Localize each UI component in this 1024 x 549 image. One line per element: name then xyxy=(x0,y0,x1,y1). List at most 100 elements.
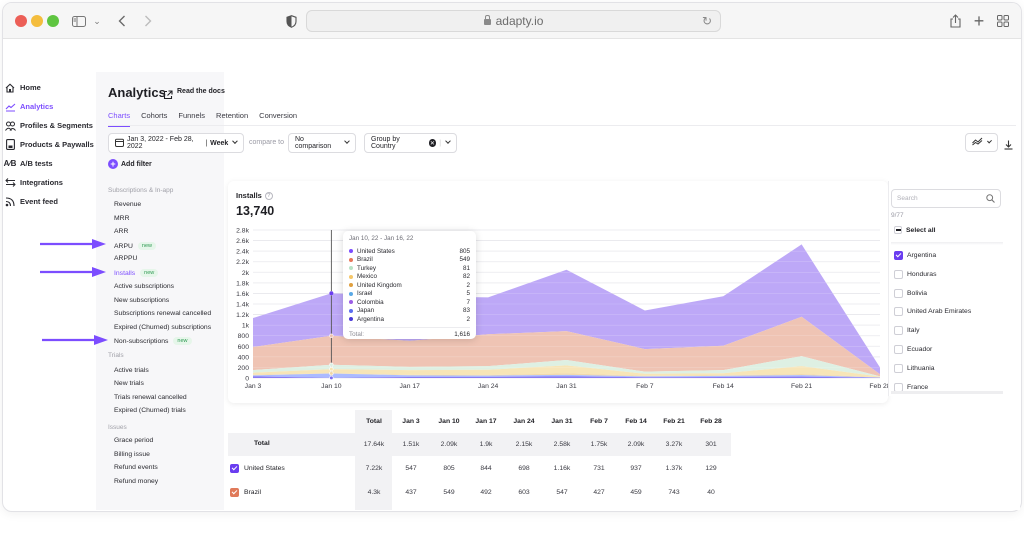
maximize-window-button[interactable] xyxy=(47,15,59,27)
table-header-cell[interactable]: Feb 7 xyxy=(580,418,618,425)
external-link-icon[interactable] xyxy=(163,87,173,105)
new-tab-icon[interactable]: + xyxy=(971,11,987,31)
tab-overview-icon[interactable] xyxy=(995,11,1011,31)
forward-icon[interactable] xyxy=(141,11,155,31)
country-option[interactable]: Ecuador xyxy=(894,345,932,354)
sidebar-item-event-feed[interactable]: Event feed xyxy=(0,192,96,211)
submenu-item-billing-issue[interactable]: Billing issue xyxy=(114,451,150,458)
select-all-checkbox[interactable]: Select all xyxy=(894,226,935,234)
submenu-item-active-subscriptions[interactable]: Active subscriptions xyxy=(114,283,174,290)
tooltip-value: 7 xyxy=(466,298,470,306)
table-header-cell[interactable]: Jan 24 xyxy=(505,418,543,425)
search-icon[interactable] xyxy=(986,194,995,205)
add-filter-button[interactable]: + Add filter xyxy=(108,159,152,169)
row-checkbox-icon[interactable] xyxy=(230,488,239,497)
hover-point xyxy=(329,371,334,376)
back-icon[interactable] xyxy=(115,11,129,31)
submenu-item-expired-churned-subscriptions[interactable]: Expired (Churned) subscriptions xyxy=(114,324,211,331)
submenu-item-trials-renewal-cancelled[interactable]: Trials renewal cancelled xyxy=(114,394,187,401)
table-header-cell[interactable]: Feb 14 xyxy=(617,418,655,425)
checkbox-icon[interactable] xyxy=(894,345,903,354)
table-header-cell[interactable]: Jan 3 xyxy=(392,418,430,425)
country-option[interactable]: Lithuania xyxy=(894,363,935,373)
submenu-item-grace-period[interactable]: Grace period xyxy=(114,437,153,444)
country-search-input[interactable]: Search xyxy=(891,189,1001,208)
table-cell: 3.27k xyxy=(665,441,683,448)
submenu-item-label: Billing issue xyxy=(114,451,150,458)
sidebar-item-home[interactable]: Home xyxy=(0,78,96,97)
date-range-picker[interactable]: Jan 3, 2022 - Feb 28, 2022 | Week xyxy=(108,133,244,153)
sidebar-item-label: Integrations xyxy=(20,178,63,187)
table-header-cell[interactable]: Jan 10 xyxy=(430,418,468,425)
comparison-select[interactable]: No comparison xyxy=(288,133,356,153)
table-header-cell[interactable]: Jan 17 xyxy=(467,418,505,425)
table-header-cell[interactable]: Feb 28 xyxy=(692,418,730,425)
checkbox-icon[interactable] xyxy=(894,288,903,298)
read-docs-link[interactable]: Read the docs xyxy=(177,88,225,95)
country-name: Ecuador xyxy=(907,346,933,353)
country-option[interactable]: Bolivia xyxy=(894,288,927,298)
table-cell: 937 xyxy=(630,465,642,472)
submenu-item-active-trials[interactable]: Active trials xyxy=(114,367,149,374)
country-option[interactable]: Argentina xyxy=(894,251,936,260)
submenu-item-refund-events[interactable]: Refund events xyxy=(114,464,158,471)
new-badge: new xyxy=(137,242,156,250)
sidebar-item-products-paywalls[interactable]: Products & Paywalls xyxy=(0,135,96,154)
selected-count: 9/77 xyxy=(891,212,904,219)
tooltip-country: Colombia xyxy=(357,298,384,306)
installs-area-chart[interactable]: 0 200 400 600 800 1k 1.2k 1.4k 1.6k 1.8k 2k 2.2k 2.4… xyxy=(228,222,893,392)
minimize-window-button[interactable] xyxy=(31,15,43,27)
submenu-item-arr[interactable]: ARR xyxy=(114,228,128,235)
submenu-item-revenue[interactable]: Revenue xyxy=(114,201,141,208)
table-header-cell[interactable]: Feb 21 xyxy=(655,418,693,425)
integrations-icon xyxy=(4,177,16,189)
privacy-shield-icon[interactable] xyxy=(284,11,298,31)
sidebar-item-profiles-segments[interactable]: Profiles & Segments xyxy=(0,116,96,135)
submenu-item-arpu[interactable]: ARPU new xyxy=(114,242,156,250)
download-icon[interactable] xyxy=(1004,137,1013,155)
table-header-cell[interactable]: Jan 31 xyxy=(543,418,581,425)
checkbox-icon[interactable] xyxy=(894,307,903,317)
sidebar-item-integrations[interactable]: Integrations xyxy=(0,173,96,192)
submenu-item-installs[interactable]: Installs new xyxy=(114,269,159,277)
submenu-item-label: Revenue xyxy=(114,201,142,208)
country-name: United Arab Emirates xyxy=(907,308,972,316)
sidebar: Home Analytics Profiles & Segments Produ… xyxy=(0,72,96,510)
checkbox-icon[interactable] xyxy=(894,363,903,373)
submenu-item-subscriptions-renewal-cancelled[interactable]: Subscriptions renewal cancelled xyxy=(114,310,211,317)
checkbox-icon[interactable] xyxy=(894,326,903,336)
clear-group-icon[interactable]: ✕ xyxy=(428,139,437,147)
group-by-select[interactable]: Group by Country ✕ | xyxy=(364,133,457,153)
help-icon[interactable]: ? xyxy=(264,191,273,200)
address-bar[interactable]: adapty.io ↻ xyxy=(306,10,721,32)
submenu-item-expired-churned-trials[interactable]: Expired (Churned) trials xyxy=(114,407,186,414)
table-header-cell[interactable]: Total xyxy=(355,418,393,425)
checkbox-icon[interactable] xyxy=(894,269,903,279)
country-option[interactable]: United Arab Emirates xyxy=(894,307,972,317)
checked-checkbox-icon[interactable] xyxy=(894,251,903,260)
submenu-item-new-subscriptions[interactable]: New subscriptions xyxy=(114,297,169,304)
row-checkbox-icon[interactable] xyxy=(230,464,239,473)
x-tick-label: Feb 14 xyxy=(713,383,734,390)
submenu-item-label: ARPPU xyxy=(114,255,138,262)
chart-type-select[interactable] xyxy=(965,133,998,152)
country-option[interactable]: Italy xyxy=(894,326,919,336)
sidebar-item-ab-tests[interactable]: A⁄B A/B tests xyxy=(0,154,96,173)
submenu-item-mrr[interactable]: MRR xyxy=(114,215,129,222)
country-option[interactable]: Honduras xyxy=(894,269,936,279)
tab-menu-chevron-icon[interactable]: ⌄ xyxy=(92,11,102,31)
row-label-text: Brazil xyxy=(244,489,261,496)
sidebar-item-analytics[interactable]: Analytics xyxy=(0,97,96,116)
submenu-item-non-subscriptions[interactable]: Non-subscriptions new xyxy=(114,337,192,345)
reload-icon[interactable]: ↻ xyxy=(702,14,712,28)
submenu-item-refund-money[interactable]: Refund money xyxy=(114,478,158,485)
close-window-button[interactable] xyxy=(15,15,27,27)
y-tick-label: 1.2k xyxy=(236,312,249,319)
share-icon[interactable] xyxy=(947,11,963,31)
sidebar-toggle-icon[interactable] xyxy=(71,11,87,31)
chart-total-value: 13,740 xyxy=(236,204,275,218)
submenu-item-label: New subscriptions xyxy=(114,297,170,304)
submenu-item-arppu[interactable]: ARPPU xyxy=(114,255,137,262)
hover-point xyxy=(329,362,334,367)
submenu-item-new-trials[interactable]: New trials xyxy=(114,380,144,387)
